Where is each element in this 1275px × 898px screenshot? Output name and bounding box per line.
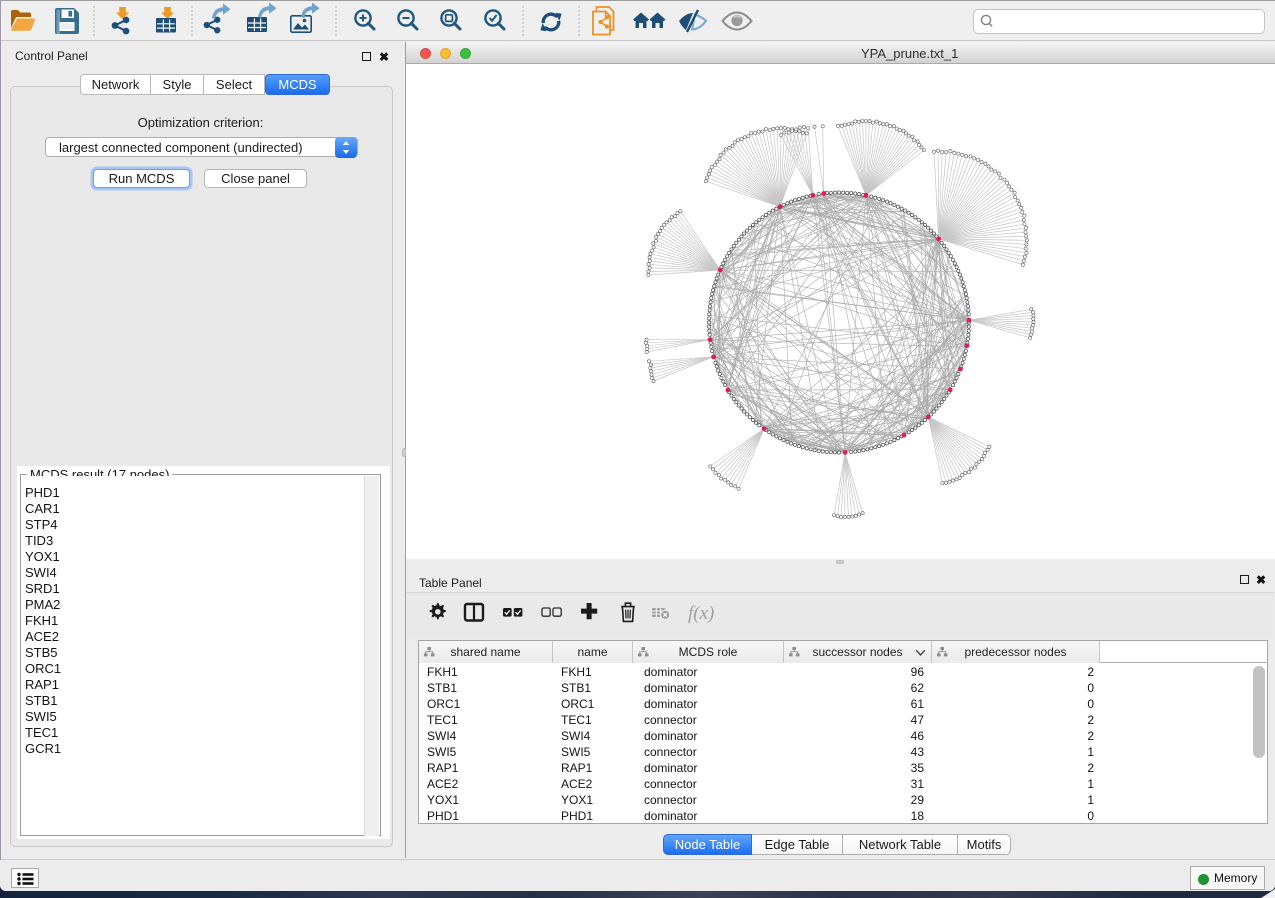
svg-text:f(x): f(x) [688, 603, 714, 624]
